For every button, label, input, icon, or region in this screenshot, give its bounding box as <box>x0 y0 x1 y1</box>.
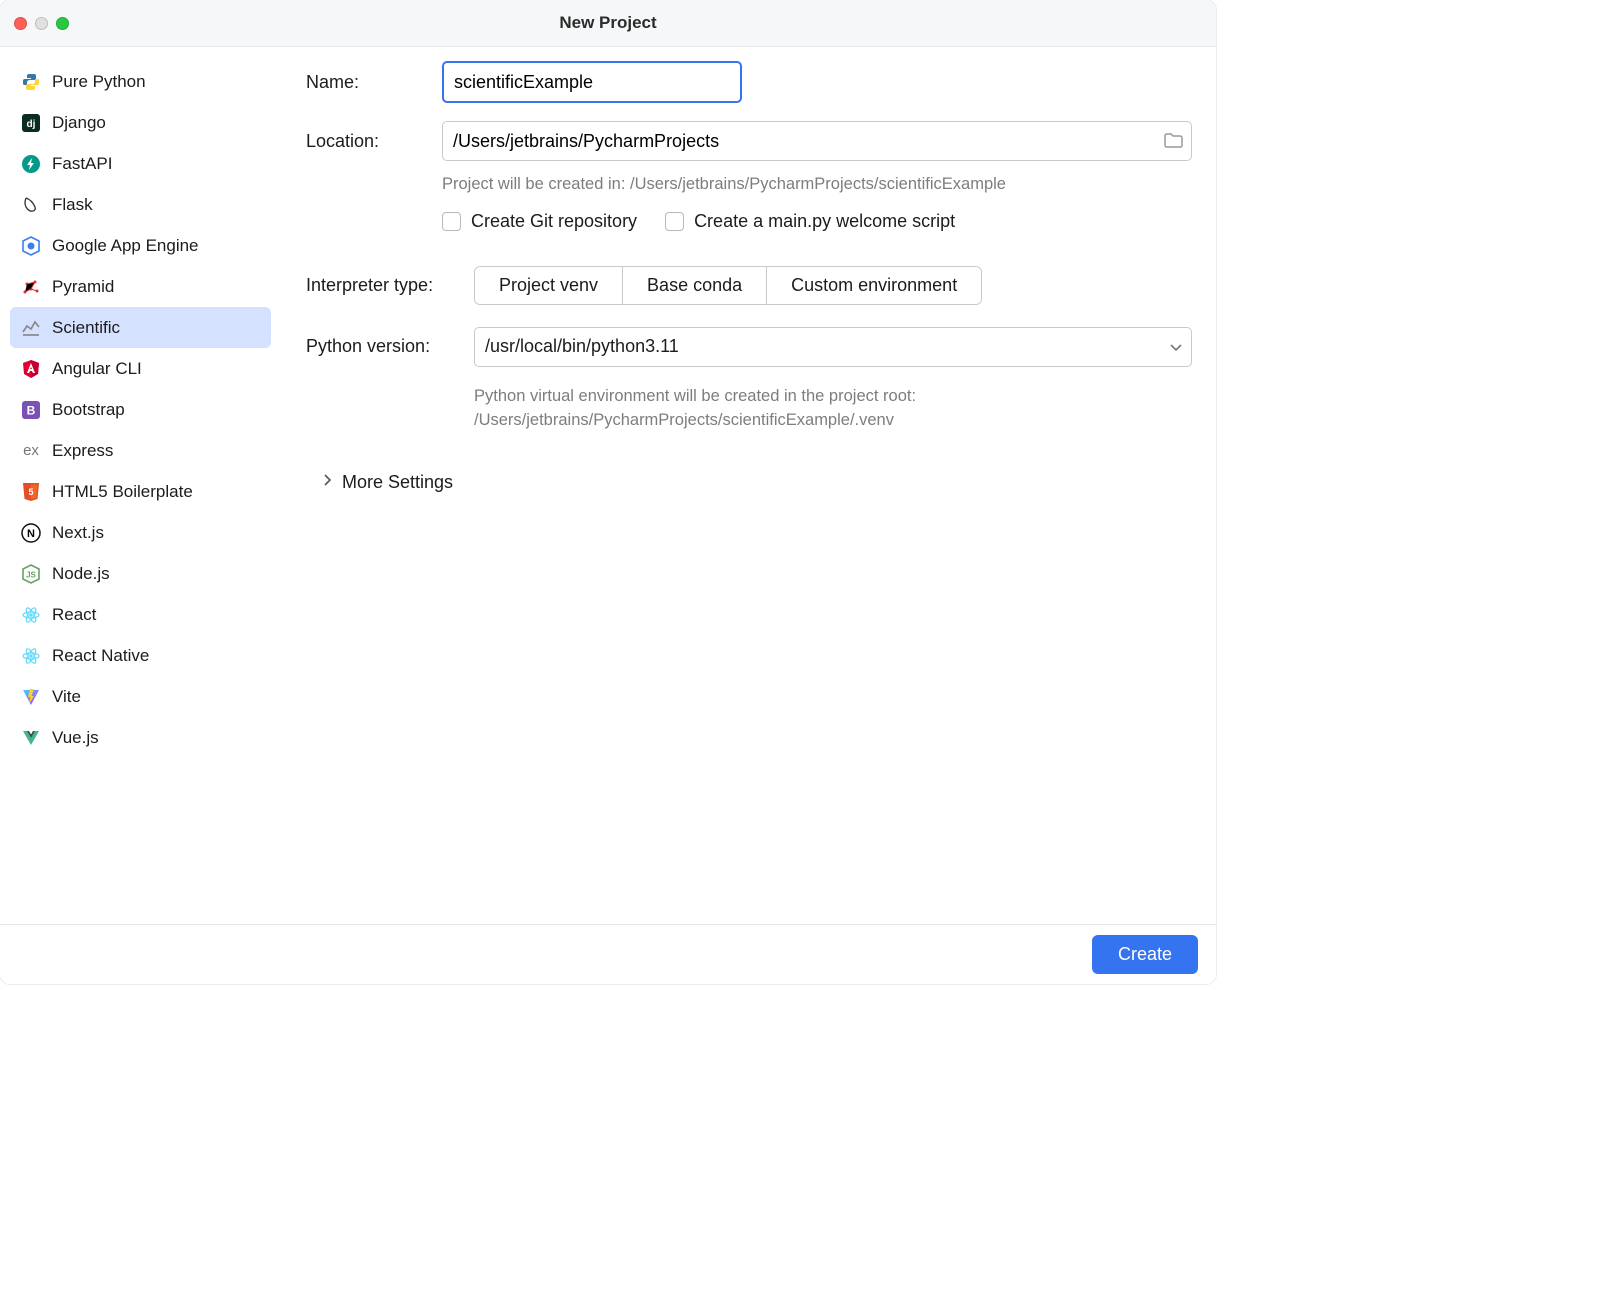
sidebar-item-pyramid[interactable]: Pyramid <box>10 266 271 307</box>
sidebar-item-label: Vue.js <box>52 728 99 748</box>
sidebar-item-vuejs[interactable]: Vue.js <box>10 717 271 758</box>
sidebar-item-django[interactable]: dj Django <box>10 102 271 143</box>
svg-text:B: B <box>27 403 36 417</box>
name-label: Name: <box>306 72 442 93</box>
checkbox-label: Create Git repository <box>471 211 637 232</box>
sidebar-item-label: Bootstrap <box>52 400 125 420</box>
pyramid-icon <box>20 276 42 298</box>
python-version-value: /usr/local/bin/python3.11 <box>485 336 679 357</box>
sidebar-item-express[interactable]: ex Express <box>10 430 271 471</box>
checkbox-label: Create a main.py welcome script <box>694 211 955 232</box>
sidebar-item-flask[interactable]: Flask <box>10 184 271 225</box>
sidebar-item-label: HTML5 Boilerplate <box>52 482 193 502</box>
fastapi-icon <box>20 153 42 175</box>
python-version-label: Python version: <box>306 336 474 357</box>
interpreter-row: Interpreter type: Project venv Base cond… <box>306 266 1192 305</box>
dialog-body: Pure Python dj Django FastAPI Flask Goog… <box>0 47 1216 924</box>
dialog-footer: Create <box>0 924 1216 984</box>
sidebar-item-bootstrap[interactable]: B Bootstrap <box>10 389 271 430</box>
react-icon <box>20 604 42 626</box>
location-label: Location: <box>306 131 442 152</box>
more-settings-label: More Settings <box>342 472 453 493</box>
svg-text:5: 5 <box>28 487 33 497</box>
sidebar-item-label: Next.js <box>52 523 104 543</box>
name-row: Name: <box>306 61 1192 103</box>
checkbox-icon <box>665 212 684 231</box>
sidebar-item-html5[interactable]: 5 HTML5 Boilerplate <box>10 471 271 512</box>
interp-option-custom-env[interactable]: Custom environment <box>767 267 981 304</box>
sidebar-item-label: Django <box>52 113 106 133</box>
express-icon: ex <box>20 440 42 462</box>
chevron-down-icon <box>1170 337 1182 357</box>
sidebar-item-label: Pyramid <box>52 277 114 297</box>
browse-folder-button[interactable] <box>1162 130 1184 152</box>
checkbox-row: Create Git repository Create a main.py w… <box>442 211 1192 232</box>
python-version-row: Python version: /usr/local/bin/python3.1… <box>306 327 1192 367</box>
sidebar-item-label: Scientific <box>52 318 120 338</box>
flask-icon <box>20 194 42 216</box>
sidebar-item-pure-python[interactable]: Pure Python <box>10 61 271 102</box>
location-input[interactable] <box>442 121 1192 161</box>
sidebar-item-label: Google App Engine <box>52 236 199 256</box>
scientific-icon <box>20 317 42 339</box>
vite-icon <box>20 686 42 708</box>
project-form: Name: Location: Project will be created … <box>282 47 1216 924</box>
sidebar-item-nextjs[interactable]: N Next.js <box>10 512 271 553</box>
python-icon <box>20 71 42 93</box>
html5-icon: 5 <box>20 481 42 503</box>
svg-text:JS: JS <box>26 570 36 579</box>
folder-icon <box>1164 133 1183 149</box>
sidebar-item-label: Pure Python <box>52 72 146 92</box>
sidebar-item-label: Node.js <box>52 564 110 584</box>
bootstrap-icon: B <box>20 399 42 421</box>
sidebar-item-label: React <box>52 605 96 625</box>
checkbox-icon <box>442 212 461 231</box>
nodejs-icon: JS <box>20 563 42 585</box>
create-git-checkbox[interactable]: Create Git repository <box>442 211 637 232</box>
django-icon: dj <box>20 112 42 134</box>
python-version-select[interactable]: /usr/local/bin/python3.11 <box>474 327 1192 367</box>
sidebar-item-label: Express <box>52 441 113 461</box>
interpreter-label: Interpreter type: <box>306 275 474 296</box>
interpreter-type-segment: Project venv Base conda Custom environme… <box>474 266 982 305</box>
react-native-icon <box>20 645 42 667</box>
vuejs-icon <box>20 727 42 749</box>
google-app-engine-icon <box>20 235 42 257</box>
create-button[interactable]: Create <box>1092 935 1198 974</box>
project-type-sidebar: Pure Python dj Django FastAPI Flask Goog… <box>0 47 282 924</box>
chevron-right-icon <box>324 473 332 491</box>
path-hint: Project will be created in: /Users/jetbr… <box>442 173 1192 197</box>
interp-option-project-venv[interactable]: Project venv <box>475 267 623 304</box>
sidebar-item-react[interactable]: React <box>10 594 271 635</box>
name-input[interactable] <box>442 61 742 103</box>
window-title: New Project <box>0 13 1216 33</box>
sidebar-item-label: Flask <box>52 195 93 215</box>
location-row: Location: <box>306 121 1192 161</box>
sidebar-item-label: Angular CLI <box>52 359 142 379</box>
interp-option-base-conda[interactable]: Base conda <box>623 267 767 304</box>
create-mainpy-checkbox[interactable]: Create a main.py welcome script <box>665 211 955 232</box>
new-project-dialog: New Project Pure Python dj Django FastAP… <box>0 0 1216 984</box>
sidebar-item-vite[interactable]: Vite <box>10 676 271 717</box>
svg-text:N: N <box>27 528 35 540</box>
sidebar-item-label: Vite <box>52 687 81 707</box>
sidebar-item-nodejs[interactable]: JS Node.js <box>10 553 271 594</box>
sidebar-item-google-app-engine[interactable]: Google App Engine <box>10 225 271 266</box>
titlebar: New Project <box>0 0 1216 47</box>
more-settings-toggle[interactable]: More Settings <box>324 461 1192 493</box>
svg-text:dj: dj <box>27 119 36 130</box>
sidebar-item-fastapi[interactable]: FastAPI <box>10 143 271 184</box>
venv-hint: Python virtual environment will be creat… <box>474 385 1192 433</box>
sidebar-item-label: React Native <box>52 646 149 666</box>
nextjs-icon: N <box>20 522 42 544</box>
sidebar-item-label: FastAPI <box>52 154 112 174</box>
sidebar-item-angular[interactable]: Angular CLI <box>10 348 271 389</box>
sidebar-item-react-native[interactable]: React Native <box>10 635 271 676</box>
sidebar-item-scientific[interactable]: Scientific <box>10 307 271 348</box>
angular-icon <box>20 358 42 380</box>
